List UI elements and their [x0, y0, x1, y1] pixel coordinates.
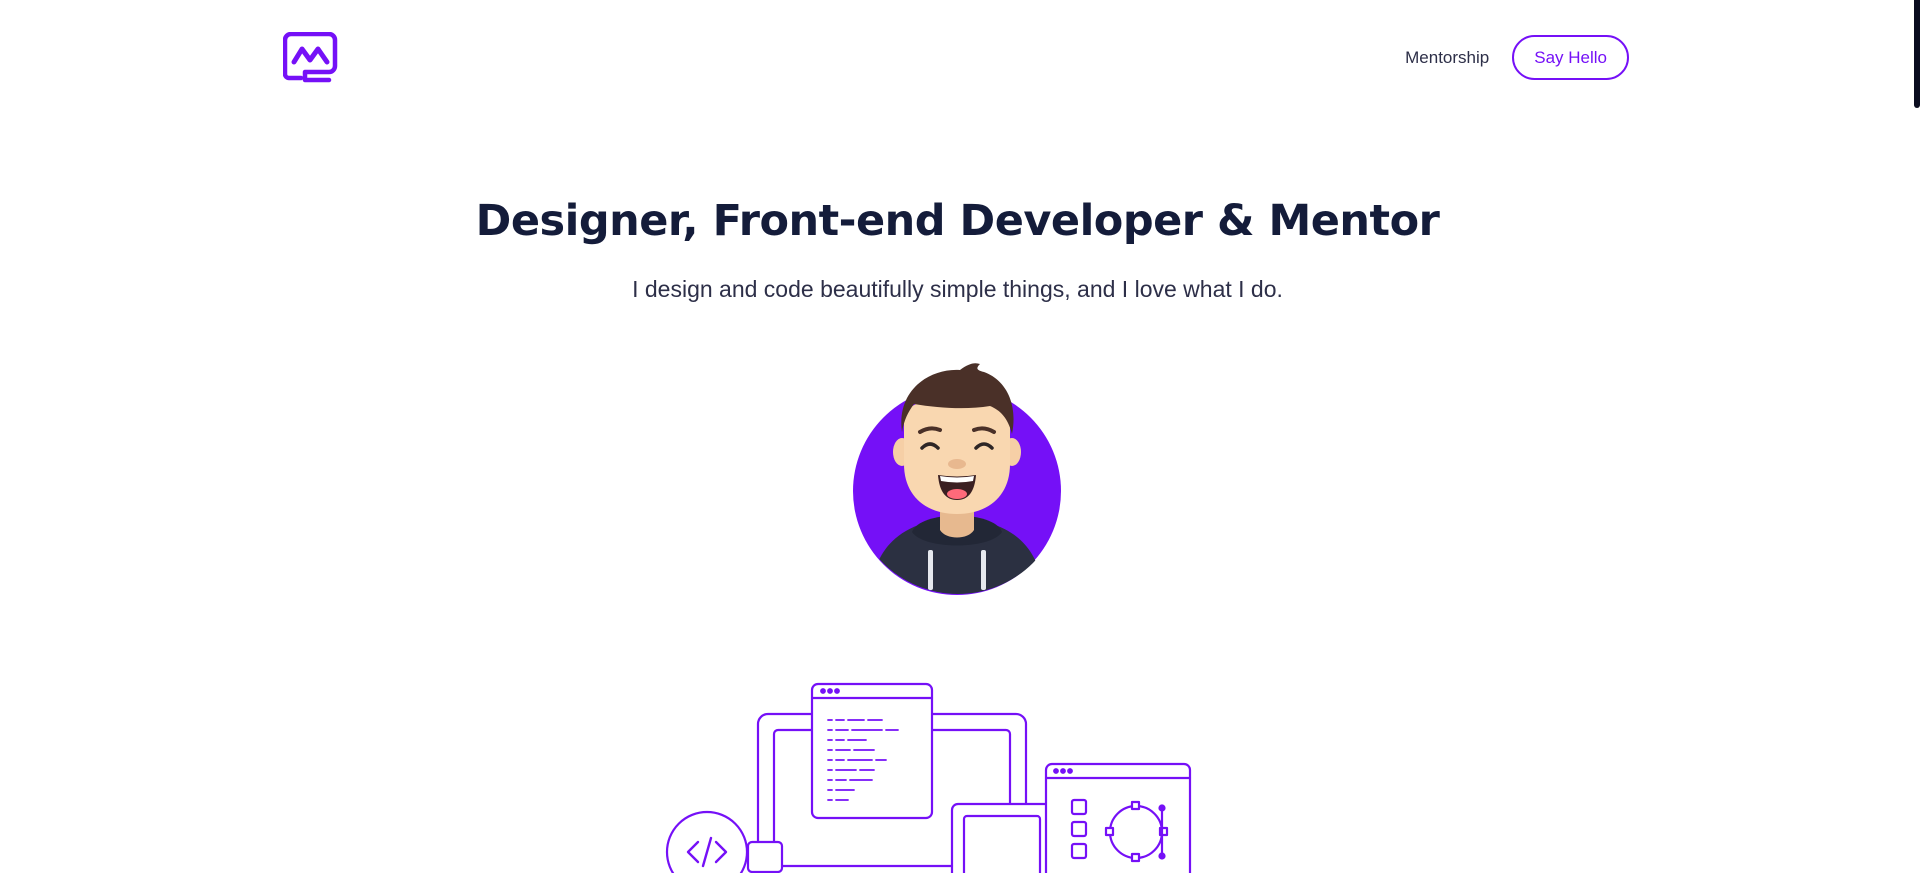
hero-title: Designer, Front-end Developer & Mentor [475, 196, 1440, 246]
site-header: Mentorship Say Hello [0, 0, 1920, 116]
avatar [850, 360, 1064, 596]
page: Mentorship Say Hello Designer, Front-end… [0, 0, 1920, 873]
main-nav: Mentorship Say Hello [1405, 35, 1629, 80]
avatar-illustration [853, 363, 1061, 595]
nav-link-mentorship[interactable]: Mentorship [1405, 48, 1489, 68]
brand-logo-icon [282, 31, 338, 83]
scrollbar[interactable] [1914, 0, 1920, 873]
devices-illustration-wrap [660, 676, 1200, 873]
logo-link[interactable] [282, 31, 339, 84]
devices-illustration [665, 682, 1192, 873]
scrollbar-thumb[interactable] [1914, 0, 1920, 108]
say-hello-button[interactable]: Say Hello [1512, 35, 1629, 80]
hero-subtitle: I design and code beautifully simple thi… [632, 276, 1283, 302]
